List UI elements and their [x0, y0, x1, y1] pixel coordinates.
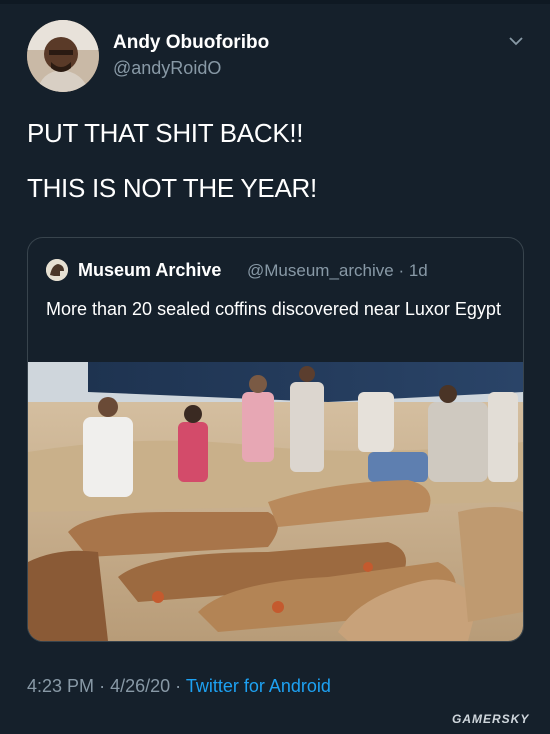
tweet-text-line-2: THIS IS NOT THE YEAR! — [27, 173, 317, 203]
quoted-avatar-image — [46, 259, 68, 281]
quoted-avatar — [46, 259, 68, 281]
tweet-meta: 4:23 PM · 4/26/20 · Twitter for Android — [27, 676, 331, 697]
author-avatar[interactable] — [27, 20, 99, 92]
quoted-handle-and-age: @Museum_archive · 1d — [247, 261, 428, 281]
chevron-down-icon[interactable] — [508, 35, 524, 47]
quoted-separator: · — [398, 261, 405, 280]
quoted-tweet-photo[interactable] — [28, 362, 523, 641]
top-edge — [0, 0, 550, 4]
tweet-date: 4/26/20 — [110, 676, 171, 696]
quoted-display-name: Museum Archive — [78, 260, 222, 280]
avatar-image — [27, 20, 99, 92]
watermark: GAMERSKY — [452, 712, 530, 726]
tweet-time: 4:23 PM — [27, 676, 95, 696]
tweet-text-line-1: PUT THAT SHIT BACK!! — [27, 118, 304, 148]
meta-separator-2: · — [175, 676, 182, 696]
quoted-age: 1d — [408, 261, 428, 280]
quoted-handle: @Museum_archive — [247, 261, 394, 280]
author-handle[interactable]: @andyRoidO — [113, 58, 221, 79]
quoted-tweet-text: More than 20 sealed coffins discovered n… — [46, 299, 501, 319]
quoted-tweet-card[interactable]: Museum Archive @Museum_archive · 1d More… — [27, 237, 524, 642]
author-display-name[interactable]: Andy Obuoforibo — [113, 32, 269, 54]
tweet-source-link[interactable]: Twitter for Android — [186, 676, 331, 696]
meta-separator-1: · — [99, 676, 106, 696]
